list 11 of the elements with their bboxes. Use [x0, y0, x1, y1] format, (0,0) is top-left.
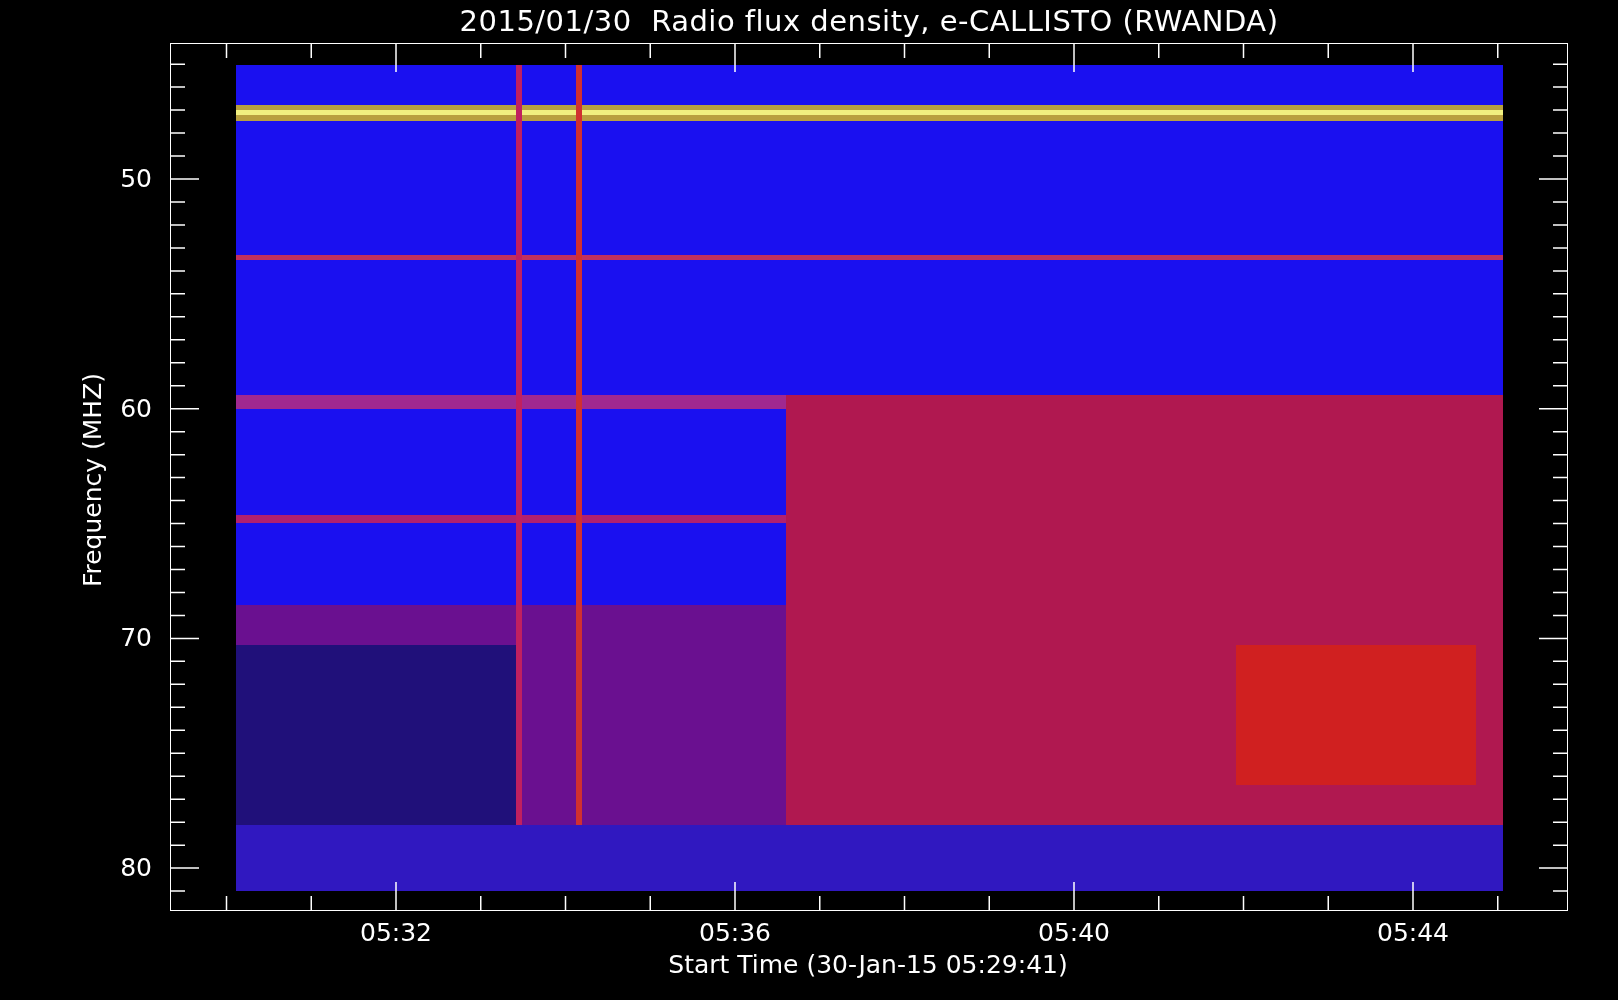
tick-label: 50 — [119, 164, 152, 194]
chart-title: 2015/01/30 Radio flux density, e-CALLISTO (RWANDA) — [458, 3, 1280, 40]
tick-label: 70 — [119, 623, 152, 654]
tick-label: 05:36 — [699, 918, 771, 948]
tick-label: 80 — [119, 853, 152, 884]
tick-label: 05:40 — [1038, 918, 1110, 948]
axis-label: Start Time (30-Jan-15 05:29:41) — [668, 950, 1068, 980]
tick-label: 05:44 — [1377, 918, 1449, 948]
axis-label: Frequency (MHZ) — [78, 372, 108, 588]
tick-label: 60 — [119, 393, 152, 424]
tick-label: 05:32 — [360, 918, 432, 948]
